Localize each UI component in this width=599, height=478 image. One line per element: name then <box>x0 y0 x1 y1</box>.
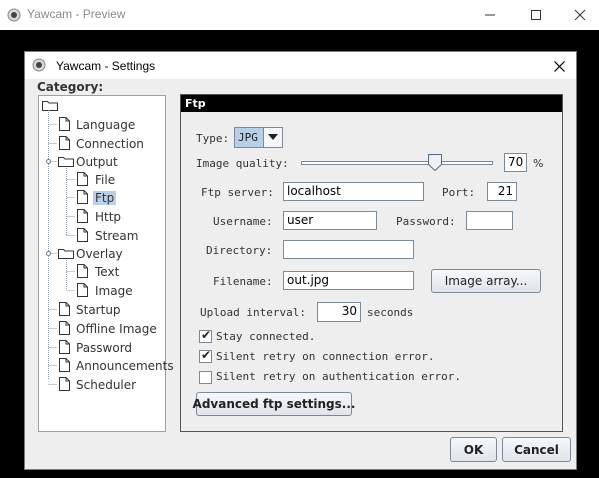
upload-interval-label: Upload interval: <box>200 306 306 319</box>
ftp-server-label: Ftp server: <box>201 186 274 199</box>
password-label: Password: <box>396 215 456 228</box>
document-icon <box>59 117 70 131</box>
close-button[interactable] <box>557 0 599 30</box>
type-select[interactable]: JPG <box>234 127 283 148</box>
maximize-button[interactable] <box>513 0 559 30</box>
document-icon <box>59 358 70 372</box>
yawcam-logo-icon <box>32 58 46 72</box>
folder-open-icon <box>58 157 74 167</box>
tree-item-announcements[interactable]: Announcements <box>76 359 174 373</box>
tree-item-offline-image[interactable]: Offline Image <box>76 322 157 336</box>
ok-button[interactable]: OK <box>450 437 497 462</box>
tree-item-ftp[interactable]: Ftp <box>93 191 117 205</box>
image-quality-slider[interactable] <box>301 154 493 172</box>
slider-thumb[interactable] <box>428 154 442 171</box>
document-icon <box>59 377 70 391</box>
chevron-down-icon <box>268 134 278 140</box>
cancel-button[interactable]: Cancel <box>502 437 571 462</box>
close-icon <box>553 60 565 72</box>
category-label: Category: <box>37 80 104 94</box>
dialog-titlebar: Yawcam - Settings <box>25 52 576 79</box>
minimize-button[interactable] <box>467 0 513 30</box>
document-icon <box>59 340 70 354</box>
maximize-icon <box>531 10 541 20</box>
close-icon <box>574 9 586 21</box>
upload-interval-field[interactable]: 30 <box>317 302 361 322</box>
document-icon <box>77 209 88 223</box>
settings-dialog: Yawcam - Settings Category: Language Con… <box>24 51 577 470</box>
dialog-close-button[interactable] <box>550 57 568 75</box>
tree-item-scheduler[interactable]: Scheduler <box>76 378 136 392</box>
category-tree[interactable]: Language Connection Output File Ftp Http… <box>38 95 174 432</box>
username-label: Username: <box>213 215 273 228</box>
tree-item-text[interactable]: Text <box>95 265 119 279</box>
folder-open-icon <box>58 249 74 259</box>
image-quality-unit: % <box>533 157 544 170</box>
advanced-ftp-settings-button[interactable]: Advanced ftp settings... <box>193 392 355 416</box>
document-icon <box>77 228 88 242</box>
port-label: Port: <box>442 186 476 199</box>
port-field[interactable]: 21 <box>487 182 517 201</box>
upload-interval-unit: seconds <box>367 306 414 319</box>
silent-retry-auth-checkbox[interactable] <box>199 371 212 384</box>
tree-item-language[interactable]: Language <box>76 118 135 132</box>
panel-header-title: Ftp <box>185 97 206 110</box>
tree-item-http[interactable]: Http <box>95 210 121 224</box>
tree-item-overlay[interactable]: Overlay <box>76 247 123 261</box>
tree-item-image[interactable]: Image <box>95 284 133 298</box>
image-quality-value[interactable]: 70 <box>504 153 527 172</box>
image-array-button[interactable]: Image array... <box>431 269 541 293</box>
checkmark-icon: ✔ <box>201 328 212 342</box>
document-icon <box>59 321 70 335</box>
document-icon <box>77 190 88 204</box>
tree-item-file[interactable]: File <box>95 173 115 187</box>
yawcam-logo-icon <box>7 8 21 22</box>
tree-item-output[interactable]: Output <box>76 155 118 169</box>
type-select-value: JPG <box>238 131 258 144</box>
image-quality-label: Image quality: <box>196 157 289 170</box>
document-icon <box>77 172 88 186</box>
ftp-server-field[interactable]: localhost <box>283 182 424 201</box>
silent-retry-connection-label[interactable]: Silent retry on connection error. <box>216 350 435 363</box>
directory-field[interactable] <box>283 240 414 259</box>
slider-track <box>301 161 493 165</box>
stay-connected-checkbox[interactable]: ✔ <box>199 328 212 343</box>
filename-field[interactable]: out.jpg <box>283 271 414 290</box>
tree-item-startup[interactable]: Startup <box>76 303 121 317</box>
stay-connected-label[interactable]: Stay connected. <box>216 330 315 343</box>
dialog-title: Yawcam - Settings <box>56 59 156 73</box>
directory-label: Directory: <box>206 244 273 257</box>
silent-retry-connection-checkbox[interactable]: ✔ <box>199 348 212 363</box>
document-icon <box>59 302 70 316</box>
type-select-dropdown-button[interactable] <box>263 128 282 147</box>
ftp-settings-panel: Ftp Type: JPG Image quality: 70 % Ftp se… <box>180 94 563 432</box>
username-field[interactable]: user <box>283 211 377 230</box>
tree-item-connection[interactable]: Connection <box>76 137 144 151</box>
type-label: Type: <box>196 132 230 145</box>
panel-header: Ftp <box>181 95 562 112</box>
silent-retry-auth-label[interactable]: Silent retry on authentication error. <box>216 370 461 383</box>
outer-window-title: Yawcam - Preview <box>27 7 126 21</box>
checkmark-icon: ✔ <box>201 348 212 362</box>
tree-item-stream[interactable]: Stream <box>95 229 138 243</box>
document-icon <box>77 264 88 278</box>
tree-item-password[interactable]: Password <box>76 341 132 355</box>
filename-label: Filename: <box>213 275 273 288</box>
outer-window-titlebar: Yawcam - Preview <box>0 0 599 30</box>
document-icon <box>77 283 88 297</box>
minimize-icon <box>485 14 495 16</box>
document-icon <box>59 136 70 150</box>
password-field[interactable] <box>466 211 513 230</box>
